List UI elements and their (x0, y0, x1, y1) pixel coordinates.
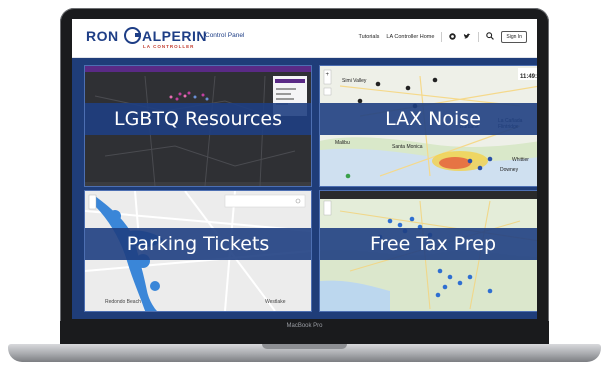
map-label: Downey (500, 167, 519, 173)
screen: RON ALPERIN LA CONTROLLER Control Panel … (72, 19, 537, 319)
map-label: Redondo Beach (105, 299, 141, 305)
logo-text: RON ALPERIN (86, 27, 207, 44)
map-label: Whittier (512, 157, 529, 163)
tile-title: Parking Tickets (85, 228, 311, 260)
tile-title: Free Tax Prep (320, 228, 537, 260)
tile-lgbtq-resources[interactable]: LGBTQ Resources (84, 65, 312, 187)
logo[interactable]: RON ALPERIN LA CONTROLLER (86, 27, 207, 49)
top-nav: Tutorials LA Controller Home Sign In (359, 30, 527, 44)
sign-in-button[interactable]: Sign In (501, 31, 527, 43)
map-label: Santa Monica (392, 144, 423, 150)
nav-tutorials[interactable]: Tutorials (359, 34, 380, 40)
nav-la-controller-home[interactable]: LA Controller Home (386, 34, 434, 40)
nav-divider (478, 32, 480, 42)
tile-lax-noise[interactable]: Simi Valley La Cañada Flintridge Burbank… (319, 65, 537, 187)
map-label: Simi Valley (342, 78, 367, 84)
map-label: Malibu (335, 140, 350, 146)
nav-divider (441, 32, 443, 42)
clock-readout: 11:49:45 (520, 74, 537, 80)
twitter-icon[interactable] (463, 33, 471, 42)
laptop-notch (262, 344, 347, 349)
control-panel-label: Control Panel (205, 32, 245, 39)
github-icon[interactable] (449, 32, 457, 42)
zoom-in-icon[interactable]: + (326, 72, 330, 78)
site-header: RON ALPERIN LA CONTROLLER Control Panel … (72, 19, 537, 58)
logo-subtitle: LA CONTROLLER (143, 44, 195, 49)
search-icon[interactable] (486, 32, 495, 42)
device-brand-label: MacBook Pro (286, 323, 323, 329)
logo-g-icon (124, 27, 142, 44)
tile-free-tax-prep[interactable]: Free Tax Prep (319, 190, 537, 312)
tile-title: LAX Noise (320, 103, 537, 135)
dashboard-grid: LGBTQ Resources Simi Valley La Cañada Fl… (72, 58, 537, 319)
tile-parking-tickets[interactable]: Redondo Beach Westlake Parking Tickets (84, 190, 312, 312)
tile-title: LGBTQ Resources (85, 103, 311, 135)
map-label: Westlake (265, 299, 286, 305)
